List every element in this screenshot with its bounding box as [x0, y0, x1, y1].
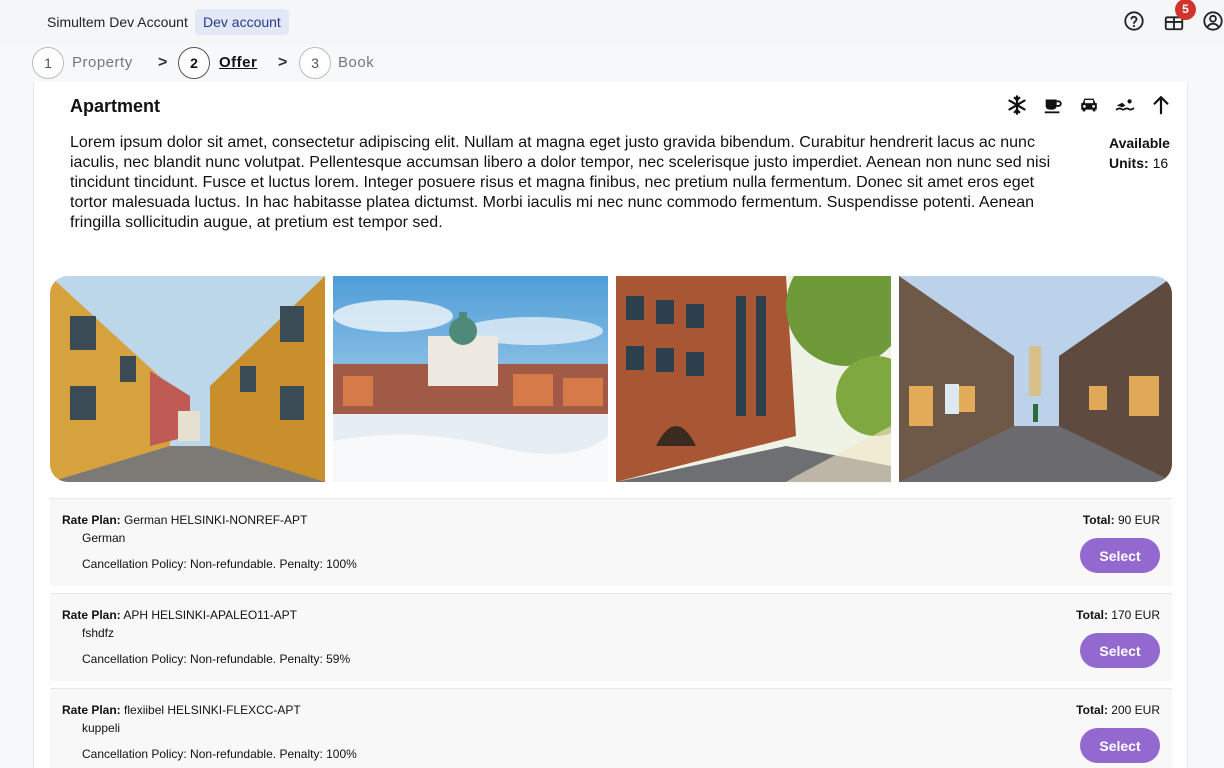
rate-plan-label: Rate Plan:	[62, 608, 121, 622]
room-offer-card: Apartment Lorem ipsum dolor sit amet, co…	[33, 82, 1188, 768]
gallery-photo-shopping-street[interactable]	[899, 276, 1172, 482]
car-icon	[1081, 98, 1097, 112]
gallery-photo-brick-building[interactable]	[616, 276, 891, 482]
step-separator: >	[158, 54, 168, 71]
snowflake-icon	[1008, 95, 1026, 115]
rate-plan-row: Rate Plan: German HELSINKI-NONREF-APT Ge…	[50, 498, 1172, 586]
total-label: Total:	[1076, 703, 1108, 717]
account-badge[interactable]: Dev account	[195, 9, 289, 35]
cancellation-policy: Cancellation Policy: Non-refundable. Pen…	[82, 747, 357, 761]
step-1-label[interactable]: Property	[72, 54, 133, 71]
photo-gallery	[50, 276, 1172, 482]
available-units-value: 16	[1152, 155, 1169, 171]
swimmer-icon	[1115, 99, 1135, 111]
arrow-up-icon	[1153, 96, 1169, 115]
available-units: Available Units: 16	[1109, 133, 1187, 173]
select-rate-button[interactable]: Select	[1080, 728, 1160, 763]
coffee-cup-icon	[1044, 99, 1062, 114]
total-label: Total:	[1082, 513, 1115, 527]
help-icon[interactable]	[1123, 10, 1145, 32]
step-2-number[interactable]: 2	[178, 47, 210, 79]
rate-plan-description: kuppeli	[82, 721, 121, 735]
notification-badge: 5	[1175, 0, 1196, 20]
step-1-number[interactable]: 1	[32, 47, 64, 79]
rate-plan-label: Rate Plan:	[62, 513, 121, 527]
cancellation-policy: Cancellation Policy: Non-refundable. Pen…	[82, 652, 351, 666]
top-bar: Simultem Dev Account Dev account 5	[0, 0, 1224, 45]
step-2-label[interactable]: Offer	[219, 54, 257, 71]
rate-total: Total: 200 EUR	[1076, 703, 1160, 717]
rate-plan-name: flexiibel HELSINKI-FLEXCC-APT	[124, 703, 301, 717]
step-3-number[interactable]: 3	[299, 47, 331, 79]
rate-total: Total: 90 EUR	[1083, 513, 1160, 527]
user-account-icon[interactable]	[1202, 10, 1224, 32]
gallery-photo-helsinki-cathedral[interactable]	[333, 276, 608, 482]
total-value: 170 EUR	[1111, 608, 1160, 622]
gallery-photo-yellow-street[interactable]	[50, 276, 325, 482]
rate-plan-row: Rate Plan: APH HELSINKI-APALEO11-APT fsh…	[50, 593, 1172, 681]
room-description: Lorem ipsum dolor sit amet, consectetur …	[70, 134, 1051, 231]
room-title: Apartment	[70, 96, 161, 116]
account-name[interactable]: Simultem Dev Account	[47, 14, 188, 30]
rate-plan-name: German HELSINKI-NONREF-APT	[124, 513, 308, 527]
rate-total: Total: 170 EUR	[1076, 608, 1160, 622]
total-label: Total:	[1076, 608, 1108, 622]
rate-plan-description: German	[82, 531, 126, 545]
rate-plan-name: APH HELSINKI-APALEO11-APT	[123, 608, 297, 622]
rate-plan-label: Rate Plan:	[62, 703, 121, 717]
step-separator: >	[278, 54, 288, 71]
rate-plan-row: Rate Plan: flexiibel HELSINKI-FLEXCC-APT…	[50, 688, 1172, 768]
select-rate-button[interactable]: Select	[1080, 633, 1160, 668]
total-value: 90 EUR	[1117, 513, 1160, 527]
select-rate-button[interactable]: Select	[1080, 538, 1160, 573]
total-value: 200 EUR	[1111, 703, 1160, 717]
cancellation-policy: Cancellation Policy: Non-refundable. Pen…	[82, 557, 357, 571]
step-3-label[interactable]: Book	[338, 54, 374, 71]
rate-plan-description: fshdfz	[82, 626, 115, 640]
